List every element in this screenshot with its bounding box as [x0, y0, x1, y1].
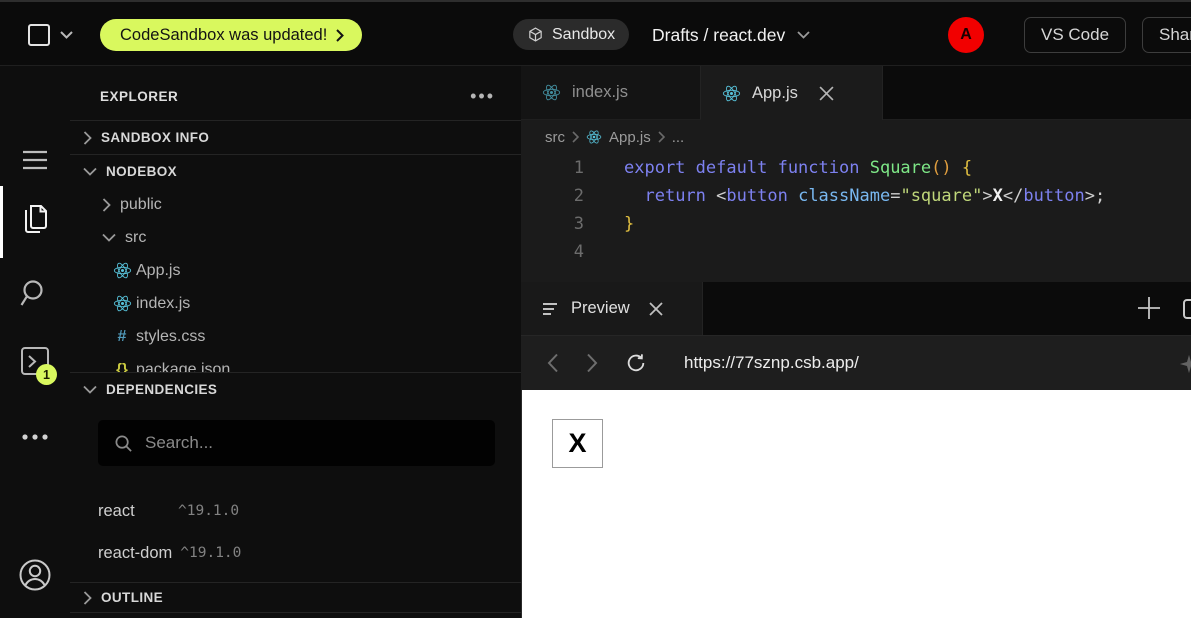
- preview-url[interactable]: https://77sznp.csb.app/: [684, 353, 859, 373]
- react-file-icon: [586, 129, 602, 145]
- code-line-3[interactable]: 3}: [521, 210, 1191, 238]
- vs-code-button[interactable]: VS Code: [1024, 17, 1126, 53]
- codesandbox-window: CodeSandbox was updated! Sandbox Drafts …: [0, 0, 1191, 618]
- square-game-button[interactable]: X: [552, 419, 603, 468]
- dependency-react[interactable]: react^19.1.0: [70, 490, 521, 532]
- chevron-right-icon: [572, 131, 579, 143]
- layout-icon[interactable]: [1183, 299, 1191, 319]
- dependency-list: react^19.1.0react-dom^19.1.0: [70, 490, 521, 574]
- react-icon: [113, 294, 132, 313]
- chevron-right-icon: [102, 198, 111, 212]
- chevron-right-icon: [658, 131, 665, 143]
- avatar-letter: A: [960, 26, 972, 44]
- line-number: 2: [521, 186, 584, 206]
- preview-list-icon: [543, 302, 559, 316]
- react-icon: [542, 83, 561, 102]
- dependency-search-input[interactable]: [145, 433, 479, 453]
- update-banner-button[interactable]: CodeSandbox was updated!: [100, 19, 362, 51]
- top-bar: CodeSandbox was updated! Sandbox Drafts …: [0, 0, 1191, 66]
- preview-tab[interactable]: Preview: [521, 282, 703, 335]
- search-icon[interactable]: [20, 278, 50, 308]
- preview-tab-bar: Preview: [521, 282, 1191, 336]
- close-icon[interactable]: [816, 83, 837, 104]
- close-icon[interactable]: [646, 299, 666, 319]
- explorer-more-icon[interactable]: •••: [470, 92, 495, 100]
- breadcrumb-folder[interactable]: src: [545, 129, 565, 146]
- code-editor[interactable]: src App.js ... 1export default function …: [521, 120, 1191, 282]
- preview-tab-label: Preview: [571, 299, 630, 318]
- react-icon: [586, 129, 602, 145]
- more-actions-icon[interactable]: [21, 434, 49, 440]
- share-button[interactable]: Share: [1142, 17, 1191, 53]
- folder-item-src[interactable]: src: [70, 221, 521, 254]
- preview-pane: X: [521, 390, 1191, 618]
- terminal-count-badge: 1: [36, 364, 57, 385]
- chevron-right-icon: [83, 131, 92, 145]
- breadcrumb-file[interactable]: App.js: [609, 129, 651, 146]
- add-preview-icon[interactable]: [1136, 295, 1162, 321]
- file-item-app-js[interactable]: App.js: [70, 254, 521, 287]
- section-sandbox-info[interactable]: SANDBOX INFO: [70, 121, 521, 154]
- preview-url-bar: https://77sznp.csb.app/: [521, 336, 1191, 390]
- explorer-title: EXPLORER: [100, 89, 178, 104]
- code-lines: 1export default function Square() {2 ret…: [521, 154, 1191, 266]
- dependency-search: [98, 420, 495, 466]
- search-icon: [114, 434, 133, 453]
- chevron-right-icon: [336, 29, 344, 42]
- avatar[interactable]: A: [948, 17, 984, 53]
- json-braces-icon: {}: [116, 361, 128, 372]
- section-outline[interactable]: OUTLINE: [70, 582, 521, 613]
- dependency-react-dom[interactable]: react-dom^19.1.0: [70, 532, 521, 574]
- editor-tab-app-js[interactable]: App.js: [701, 66, 883, 120]
- chevron-down-icon: [102, 233, 116, 242]
- refresh-icon[interactable]: [625, 352, 647, 374]
- chevron-down-icon: [797, 31, 810, 39]
- line-number: 4: [521, 242, 584, 262]
- code-line-2[interactable]: 2 return <button className="square">X</b…: [521, 182, 1191, 210]
- nav-back-icon[interactable]: [547, 353, 559, 373]
- react-icon: [722, 84, 741, 103]
- code-line-1[interactable]: 1export default function Square() {: [521, 154, 1191, 182]
- explorer-header: EXPLORER •••: [70, 78, 521, 114]
- explorer-sidebar: EXPLORER ••• SANDBOX INFO NODEBOX public…: [70, 66, 521, 618]
- code-line-4[interactable]: 4: [521, 238, 1191, 266]
- file-tree: publicsrcApp.jsindex.js#styles.css{}pack…: [70, 188, 521, 372]
- editor-breadcrumb[interactable]: src App.js ...: [521, 120, 1191, 154]
- react-icon: [113, 261, 132, 280]
- editor-tab-bar: index.jsApp.js: [521, 66, 1191, 120]
- line-number: 1: [521, 158, 584, 178]
- sandbox-badge-label: Sandbox: [552, 26, 615, 44]
- file-item-index-js[interactable]: index.js: [70, 287, 521, 320]
- explorer-files-icon[interactable]: [19, 202, 51, 236]
- section-nodebox[interactable]: NODEBOX: [70, 155, 521, 188]
- project-breadcrumb[interactable]: Drafts / react.dev: [652, 2, 810, 68]
- account-icon[interactable]: [18, 558, 52, 592]
- nav-forward-icon[interactable]: [586, 353, 598, 373]
- activity-bar: 1 ⚙: [0, 66, 70, 618]
- section-dependencies[interactable]: DEPENDENCIES: [70, 372, 521, 406]
- project-breadcrumb-label: Drafts / react.dev: [652, 25, 785, 46]
- breadcrumb-symbol[interactable]: ...: [672, 129, 685, 146]
- window-menu-icon[interactable]: [28, 24, 50, 46]
- menu-hamburger-icon[interactable]: [22, 150, 48, 170]
- update-banner-label: CodeSandbox was updated!: [120, 26, 327, 45]
- line-number: 3: [521, 214, 584, 234]
- active-view-indicator: [0, 186, 3, 258]
- window-chevron-down-icon[interactable]: [60, 31, 73, 39]
- css-hash-icon: #: [118, 328, 127, 346]
- file-item-package-json[interactable]: {}package.json: [70, 353, 521, 372]
- file-item-styles-css[interactable]: #styles.css: [70, 320, 521, 353]
- editor-column: index.jsApp.js src App.js ... 1export de…: [521, 66, 1191, 618]
- folder-item-public[interactable]: public: [70, 188, 521, 221]
- sandbox-type-badge[interactable]: Sandbox: [513, 19, 629, 50]
- chevron-down-icon: [83, 167, 97, 176]
- chevron-right-icon: [83, 591, 92, 605]
- editor-tab-index-js[interactable]: index.js: [521, 66, 701, 120]
- cube-icon: [527, 26, 544, 43]
- sparkle-ai-icon[interactable]: [1178, 353, 1191, 375]
- chevron-down-icon: [83, 385, 97, 394]
